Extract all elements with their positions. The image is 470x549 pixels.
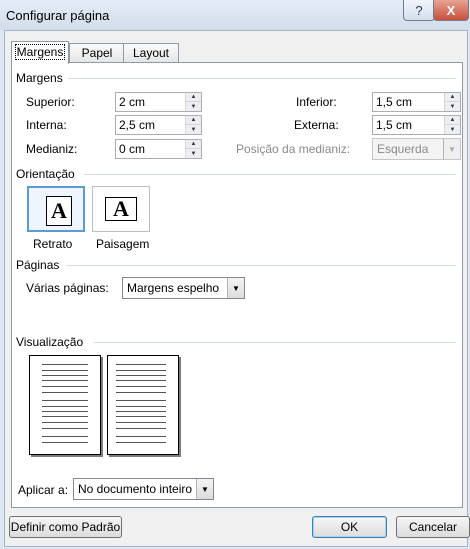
spin-down-icon[interactable]: ▼ [186,125,201,134]
interna-value: 2,5 cm [119,118,156,132]
landscape-label: Paisagem [96,237,150,251]
spin-down-icon[interactable]: ▼ [186,102,201,111]
medianiz-spinner[interactable]: 0 cm ▲ ▼ [115,139,202,159]
preview-group-title: Visualização [16,335,84,349]
spin-up-icon[interactable]: ▲ [186,93,201,102]
inferior-spinner[interactable]: 1,5 cm ▲ ▼ [372,92,461,112]
portrait-page-icon: A [46,196,72,226]
apply-value: No documento inteiro [78,482,193,496]
superior-label: Superior: [26,95,75,109]
tab-margens[interactable]: Margens [11,41,69,64]
externa-value: 1,5 cm [376,118,413,132]
spin-down-icon[interactable]: ▼ [186,149,201,158]
close-icon: X [446,2,456,18]
title-bar: Configurar página ? X [0,0,470,30]
chevron-down-icon[interactable]: ▼ [196,479,213,499]
interna-label: Interna: [26,118,67,132]
window-title: Configurar página [6,8,110,23]
multiple-pages-label: Várias páginas: [26,281,109,295]
externa-spinner[interactable]: 1,5 cm ▲ ▼ [372,115,461,135]
medianiz-label: Medianiz: [26,142,78,156]
portrait-label: Retrato [33,237,73,251]
spin-down-icon[interactable]: ▼ [445,102,460,111]
inferior-label: Inferior: [296,95,337,109]
help-button[interactable]: ? [403,0,435,21]
posicao-medianiz-value: Esquerda [377,142,429,156]
spin-up-icon[interactable]: ▲ [186,116,201,125]
superior-spinner[interactable]: 2 cm ▲ ▼ [115,92,202,112]
landscape-option[interactable]: A [92,186,150,232]
tab-margens-label: Margens [14,44,66,60]
set-default-button[interactable]: Definir como Padrão [9,516,122,538]
apply-label: Aplicar a: [18,483,69,497]
multiple-pages-select[interactable]: Margens espelho ▼ [122,277,245,299]
spin-up-icon[interactable]: ▲ [445,116,460,125]
preview-divider [94,342,456,343]
chevron-down-icon[interactable]: ▼ [227,278,244,298]
landscape-page-icon: A [105,197,137,221]
pages-divider [66,265,456,266]
inferior-value: 1,5 cm [376,95,413,109]
posicao-medianiz-label: Posição da medianiz: [236,142,351,156]
help-icon: ? [415,2,423,18]
interna-spinner[interactable]: 2,5 cm ▲ ▼ [115,115,202,135]
margins-divider [68,78,456,79]
tab-layout[interactable]: Layout [123,43,179,62]
spin-up-icon[interactable]: ▲ [186,140,201,149]
tab-layout-label: Layout [132,46,170,60]
orientation-group-title: Orientação [16,167,75,181]
posicao-medianiz-select: Esquerda ▼ [372,138,461,160]
pages-group-title: Páginas [16,258,60,272]
spin-up-icon[interactable]: ▲ [445,93,460,102]
preview-page-left [29,355,101,455]
close-button[interactable]: X [433,0,469,21]
multiple-pages-value: Margens espelho [127,281,220,295]
chevron-down-icon: ▼ [443,139,460,159]
tab-papel[interactable]: Papel [69,43,125,62]
tab-panel-margens: Margens Superior: 2 cm ▲ ▼ Inferior: 1,5 … [11,62,463,508]
ok-button[interactable]: OK [312,516,387,538]
portrait-option[interactable]: A [27,186,85,232]
dialog-body: Margens Papel Layout Margens Superior: 2… [4,30,470,547]
preview-page-right [107,355,179,455]
externa-label: Externa: [294,118,339,132]
tab-papel-label: Papel [81,46,113,60]
cancel-button[interactable]: Cancelar [396,516,470,538]
superior-value: 2 cm [119,95,146,109]
medianiz-value: 0 cm [119,142,146,156]
apply-select[interactable]: No documento inteiro ▼ [73,478,214,500]
spin-down-icon[interactable]: ▼ [445,125,460,134]
margins-group-title: Margens [16,71,63,85]
orientation-divider [84,174,456,175]
